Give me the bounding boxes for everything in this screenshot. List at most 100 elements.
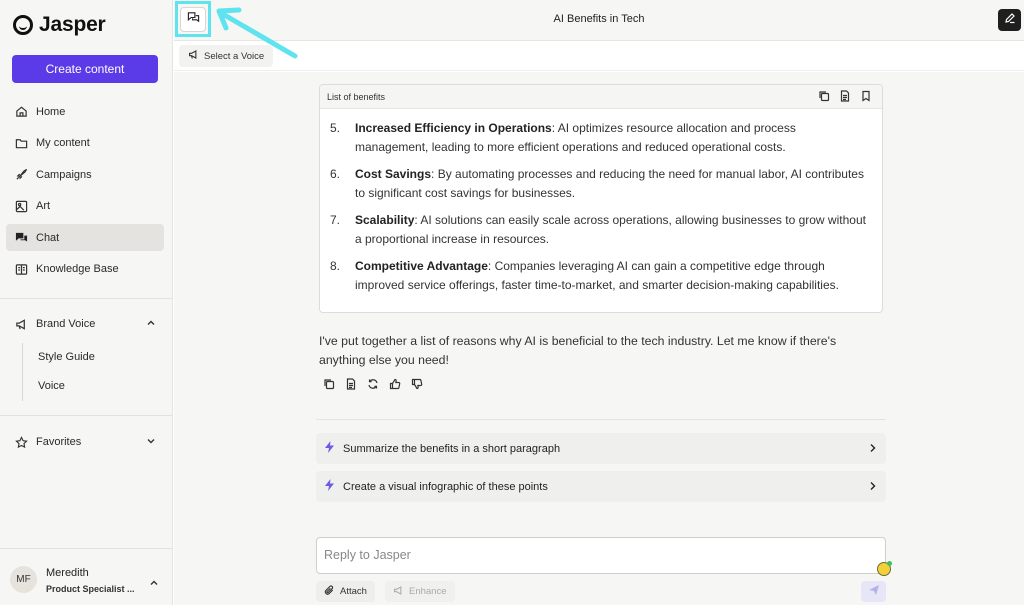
jasper-logo-icon	[13, 15, 33, 35]
sidebar-item-my-content[interactable]: My content	[6, 130, 164, 157]
sidebar: Jasper Create content Home My content Ca…	[0, 0, 173, 605]
list-item-desc: : By automating processes and reducing t…	[355, 167, 864, 200]
reply-input-box	[316, 537, 892, 576]
favorites-label: Favorites	[36, 436, 82, 448]
chevron-right-icon	[868, 481, 877, 494]
submenu-line	[22, 343, 23, 401]
divider	[316, 419, 886, 420]
lightning-icon	[324, 479, 335, 494]
chevron-right-icon	[868, 443, 877, 456]
copy-icon[interactable]	[818, 90, 830, 104]
send-icon	[868, 583, 880, 601]
list-text: Scalability: AI solutions can easily sca…	[355, 211, 866, 249]
sidebar-divider	[0, 298, 173, 299]
sidebar-item-label: Campaigns	[36, 168, 92, 181]
new-chat-button[interactable]	[998, 9, 1021, 31]
reply-input[interactable]	[317, 538, 857, 572]
chevron-down-icon[interactable]	[146, 436, 156, 449]
paperclip-icon	[324, 584, 335, 599]
attach-label: Attach	[340, 586, 367, 597]
sidebar-item-style-guide[interactable]: Style Guide	[38, 351, 95, 363]
thumbs-down-icon[interactable]	[410, 377, 423, 390]
sidebar-divider	[0, 415, 173, 416]
regenerate-icon[interactable]	[366, 377, 379, 390]
user-role: Product Specialist ...	[46, 584, 135, 594]
sidebar-item-label: My content	[36, 137, 90, 150]
folder-icon	[15, 137, 28, 150]
sidebar-item-campaigns[interactable]: Campaigns	[6, 161, 164, 188]
list-text: Competitive Advantage: Companies leverag…	[355, 257, 866, 295]
chevron-up-icon[interactable]	[149, 575, 159, 593]
sidebar-item-label: Art	[36, 200, 51, 213]
document-icon[interactable]	[344, 377, 357, 390]
suggestion-label: Summarize the benefits in a short paragr…	[343, 442, 561, 455]
copy-icon[interactable]	[322, 377, 335, 390]
user-name: Meredith	[46, 567, 89, 579]
list-item: 8. Competitive Advantage: Companies leve…	[330, 257, 866, 295]
bookmark-icon[interactable]	[860, 90, 872, 104]
sidebar-item-chat[interactable]: Chat	[6, 224, 164, 252]
star-icon	[15, 435, 28, 449]
list-item-desc: : AI solutions can easily scale across o…	[355, 213, 866, 246]
document-icon[interactable]	[839, 90, 851, 104]
list-number: 5.	[330, 121, 341, 135]
enhance-label: Enhance	[409, 586, 447, 597]
list-item: 5. Increased Efficiency in Operations: A…	[330, 119, 866, 157]
sidebar-item-label: Chat	[36, 231, 60, 244]
lightning-icon	[324, 441, 335, 456]
sidebar-nav: Home My content Campaigns Art Chat Knowl…	[6, 98, 164, 288]
attach-button[interactable]: Attach	[316, 581, 375, 602]
list-number: 8.	[330, 259, 341, 273]
thumbs-up-icon[interactable]	[388, 377, 401, 390]
image-icon	[15, 200, 28, 213]
megaphone-icon	[188, 49, 199, 63]
suggestion-label: Create a visual infographic of these poi…	[343, 480, 548, 493]
benefits-card: List of benefits 5. Increased Efficiency…	[319, 84, 883, 313]
list-item: 6. Cost Savings: By automating processes…	[330, 165, 866, 203]
brand-name: Jasper	[39, 13, 106, 36]
sidebar-item-label: Home	[36, 105, 66, 118]
suggestion-summarize[interactable]: Summarize the benefits in a short paragr…	[316, 433, 886, 464]
sidebar-item-art[interactable]: Art	[6, 193, 164, 220]
chevron-up-icon[interactable]	[146, 318, 156, 331]
cursor-indicator-icon	[877, 561, 892, 576]
card-title: List of benefits	[327, 91, 386, 102]
card-header: List of benefits	[320, 85, 882, 109]
brand-voice-label: Brand Voice	[36, 318, 96, 330]
list-number: 7.	[330, 213, 341, 227]
chat-icon	[15, 231, 28, 244]
list-number: 6.	[330, 167, 341, 181]
home-icon	[15, 105, 28, 118]
send-button[interactable]	[861, 581, 886, 602]
benefits-list: 5. Increased Efficiency in Operations: A…	[320, 109, 882, 295]
sidebar-item-label: Knowledge Base	[36, 263, 119, 276]
list-item: 7. Scalability: AI solutions can easily …	[330, 211, 866, 249]
list-item-title: Competitive Advantage	[355, 259, 488, 273]
chat-area: List of benefits 5. Increased Efficiency…	[174, 72, 1024, 605]
favorites-section[interactable]: Favorites	[6, 430, 164, 454]
list-item-title: Scalability	[355, 213, 415, 227]
list-item-title: Increased Efficiency in Operations	[355, 121, 552, 135]
suggestion-infographic[interactable]: Create a visual infographic of these poi…	[316, 471, 886, 502]
megaphone-icon	[393, 585, 404, 599]
list-text: Cost Savings: By automating processes an…	[355, 165, 866, 203]
enhance-button[interactable]: Enhance	[385, 581, 455, 602]
list-item-title: Cost Savings	[355, 167, 432, 181]
megaphone-icon	[15, 318, 28, 331]
user-menu[interactable]: MF Meredith Product Specialist ...	[0, 558, 173, 604]
avatar: MF	[10, 566, 37, 593]
annotation-arrow-icon	[216, 7, 298, 59]
card-tools	[818, 90, 872, 104]
create-content-button[interactable]: Create content	[12, 55, 158, 83]
list-text: Increased Efficiency in Operations: AI o…	[355, 119, 866, 157]
logo[interactable]: Jasper	[13, 13, 106, 37]
book-icon	[15, 263, 28, 276]
pencil-icon	[1004, 11, 1016, 29]
reply-actions	[322, 377, 423, 390]
rocket-icon	[15, 168, 28, 181]
sidebar-item-home[interactable]: Home	[6, 98, 164, 125]
sidebar-divider	[0, 548, 173, 549]
sidebar-item-knowledge-base[interactable]: Knowledge Base	[6, 256, 164, 283]
sidebar-item-voice[interactable]: Voice	[38, 380, 65, 392]
brand-voice-section[interactable]: Brand Voice	[6, 312, 164, 336]
